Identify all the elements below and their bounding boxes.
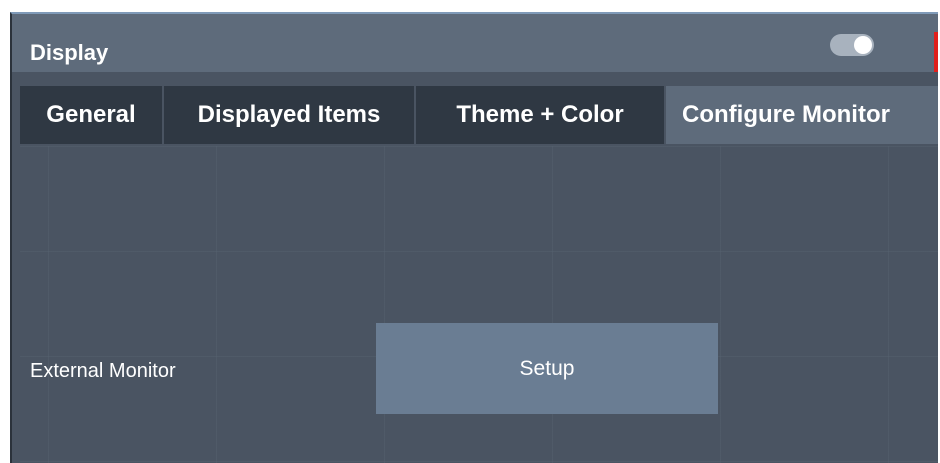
- display-dialog: Display General Displayed Items Theme + …: [10, 12, 938, 463]
- dialog-titlebar: Display: [12, 14, 938, 74]
- external-monitor-label: External Monitor: [30, 360, 176, 382]
- toggle-knob: [854, 36, 872, 54]
- tab-content-panel: External Monitor Setup: [20, 146, 938, 463]
- tab-theme-color[interactable]: Theme + Color: [416, 86, 664, 144]
- tab-displayed-items[interactable]: Displayed Items: [164, 86, 414, 144]
- setup-button[interactable]: Setup: [376, 323, 718, 414]
- close-icon[interactable]: [934, 32, 938, 74]
- dialog-title: Display: [30, 40, 109, 65]
- tab-configure-monitor[interactable]: Configure Monitor: [666, 86, 938, 144]
- toggle-switch[interactable]: [830, 34, 874, 56]
- tab-bar: General Displayed Items Theme + Color Co…: [12, 72, 938, 146]
- tab-general[interactable]: General: [20, 86, 162, 144]
